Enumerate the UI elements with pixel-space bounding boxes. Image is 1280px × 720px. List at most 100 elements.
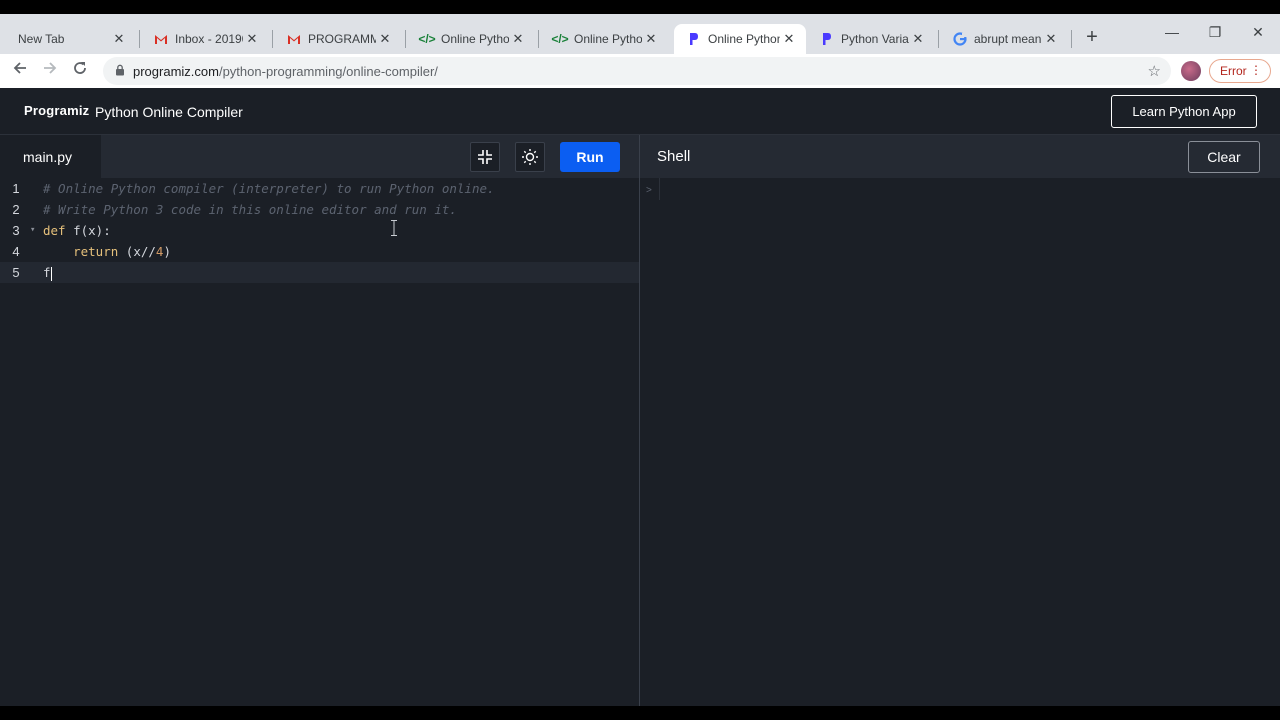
code-text: f [43,262,52,283]
tab-title: abrupt meanin [974,32,1042,46]
code-post: ) [163,244,171,259]
google-icon [952,31,968,47]
profile-avatar[interactable] [1181,61,1201,81]
code-line: 4 return (x//4) [0,241,639,262]
browser-toolbar: programiz.com/python-programming/online-… [0,54,1280,88]
browser-tab[interactable]: PROGRAMMING ✕ [274,24,402,54]
ibeam-cursor-icon [391,220,397,236]
code-rest: f(x): [65,223,111,238]
code-icon: </> [551,32,569,46]
text-cursor [50,266,52,281]
page-title: Python Online Compiler [95,104,243,120]
error-label: Error [1220,64,1247,78]
url-path: /python-programming/online-compiler/ [218,64,438,79]
window-close-button[interactable]: ✕ [1248,22,1268,42]
app-header: Programiz Python Online Compiler Learn P… [0,88,1280,135]
theme-toggle-button[interactable] [515,142,545,172]
tab-separator [272,30,273,48]
programiz-icon [819,31,835,47]
shell-panel: Shell Clear > [640,135,1280,706]
line-number: 3 [12,223,20,238]
tab-close-icon[interactable]: ✕ [243,31,261,47]
code-line: 2 # Write Python 3 code in this online e… [0,199,639,220]
tab-separator [538,30,539,48]
gmail-icon [153,31,169,47]
line-number: 4 [12,244,20,259]
code-line: 1 # Online Python compiler (interpreter)… [0,178,639,199]
letterbox-bottom [0,706,1280,720]
address-bar[interactable]: programiz.com/python-programming/online-… [103,57,1171,85]
code-line: 3 ▾ def f(x): [0,220,639,241]
code-text: def f(x): [43,220,111,241]
browser-tab[interactable]: abrupt meanin ✕ [940,24,1068,54]
collapse-icon [478,150,492,164]
code-pre: (x// [118,244,156,259]
tab-title: Online Python [441,32,509,46]
tab-title: PROGRAMMING [308,32,376,46]
code-editor[interactable]: 1 # Online Python compiler (interpreter)… [0,178,639,706]
back-arrow-icon [13,62,26,74]
clear-button[interactable]: Clear [1188,141,1260,173]
programiz-logo[interactable]: Programiz [24,103,89,118]
new-tab-button[interactable]: + [1083,27,1101,47]
editor-panel: main.py Run 1 # Online Python compiler (… [0,135,639,706]
tab-separator [139,30,140,48]
tab-separator [938,30,939,48]
tab-close-icon[interactable]: ✕ [909,31,927,47]
shell-toolbar: Shell Clear [640,135,1280,178]
code-comment: # Write Python 3 code in this online edi… [43,202,457,217]
tab-close-icon[interactable]: ✕ [1042,31,1060,47]
code-keyword: return [73,244,119,259]
reload-icon [74,62,86,74]
tab-title: Inbox - 201903 [175,32,243,46]
error-status-button[interactable]: Error ⋮ [1209,59,1271,83]
tab-title: Online Python [708,32,780,46]
tab-title: Python Variabl [841,32,909,46]
back-button[interactable] [9,60,31,82]
fold-arrow-icon[interactable]: ▾ [30,220,35,241]
tab-separator [405,30,406,48]
tab-close-icon[interactable]: ✕ [509,31,527,47]
editor-toolbar: main.py Run [0,135,639,178]
letterbox-top [0,0,1280,14]
code-line-current: 5 f [0,262,639,283]
code-text: return (x//4) [43,241,171,262]
browser-tab[interactable]: New Tab ✕ [8,24,136,54]
code-keyword: def [43,223,66,238]
forward-arrow-icon [44,62,57,74]
file-tab-main[interactable]: main.py [0,135,101,178]
browser-tab[interactable]: Python Variabl ✕ [807,24,935,54]
maximize-button[interactable]: ❐ [1205,22,1225,42]
lock-icon [116,64,124,76]
reload-button[interactable] [69,60,91,82]
shell-gutter [659,178,660,200]
tab-close-icon[interactable]: ✕ [110,31,128,47]
fullscreen-button[interactable] [470,142,500,172]
tab-close-icon[interactable]: ✕ [780,31,798,47]
run-button[interactable]: Run [560,142,620,172]
url-domain: programiz.com [133,64,219,79]
tab-title: New Tab [18,32,65,46]
line-number: 2 [12,202,20,217]
tab-title: Online Python [574,32,642,46]
shell-title: Shell [657,148,691,165]
browser-tab[interactable]: </> Online Python ✕ [407,24,535,54]
minimize-button[interactable]: — [1162,22,1182,42]
shell-prompt: > [646,185,652,196]
programiz-icon [686,31,702,47]
code-comment: # Online Python compiler (interpreter) t… [43,181,495,196]
more-options-icon: ⋮ [1250,63,1262,77]
learn-python-app-button[interactable]: Learn Python App [1111,95,1257,128]
tab-close-icon[interactable]: ✕ [642,31,660,47]
forward-button[interactable] [39,60,61,82]
tab-separator [1071,30,1072,48]
browser-tab[interactable]: Inbox - 201903 ✕ [141,24,269,54]
tab-close-icon[interactable]: ✕ [376,31,394,47]
bookmark-star-icon[interactable]: ☆ [1148,62,1161,80]
browser-tab[interactable]: </> Online Python ✕ [540,24,668,54]
browser-tab-active[interactable]: Online Python ✕ [674,24,806,54]
line-number: 1 [12,181,20,196]
code-icon: </> [418,32,436,46]
line-number: 5 [12,265,20,280]
